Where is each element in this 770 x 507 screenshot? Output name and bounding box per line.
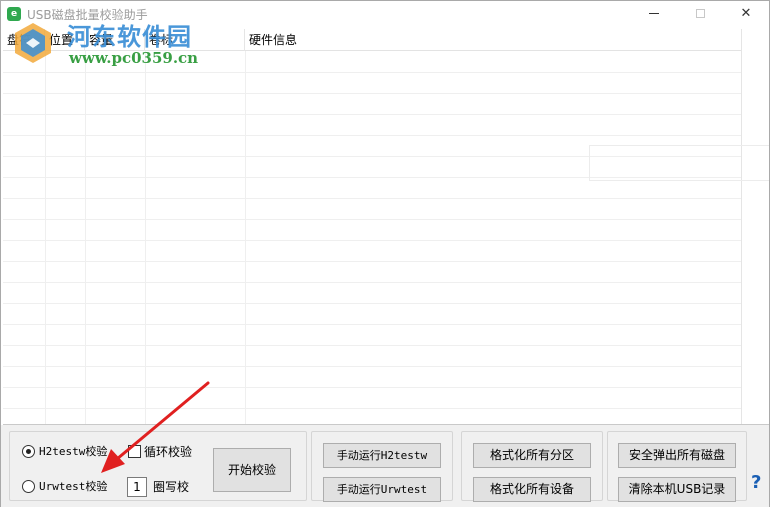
urwtest-label: Urwtest校验 <box>39 480 108 493</box>
grid-row-line <box>3 135 741 136</box>
list-right-edge <box>741 29 742 424</box>
grid-row-line <box>3 387 741 388</box>
grid-row-line <box>3 240 741 241</box>
grid-row-line <box>3 408 741 409</box>
main-window: e USB磁盘批量校验助手 ✕ 盘符 位置 容量 卷标 硬件信息 H2testw… <box>0 0 770 507</box>
manual-group: 手动运行H2testw 手动运行Urwtest <box>311 431 453 502</box>
close-button[interactable]: ✕ <box>723 1 769 29</box>
format-group: 格式化所有分区 格式化所有设备 <box>461 431 603 502</box>
column-capacity[interactable]: 容量 <box>85 29 145 51</box>
eject-group: 安全弹出所有磁盘 清除本机USB记录 <box>607 431 747 502</box>
maximize-icon <box>695 9 705 18</box>
rounds-label: 圈写校 <box>153 480 190 494</box>
grid-row-line <box>3 303 741 304</box>
run-urwtest-button[interactable]: 手动运行Urwtest <box>323 477 441 502</box>
loop-label: 循环校验 <box>144 445 193 459</box>
eject-all-button[interactable]: 安全弹出所有磁盘 <box>618 443 736 468</box>
grid-row-line <box>3 345 741 346</box>
close-icon: ✕ <box>740 6 752 21</box>
format-devices-button[interactable]: 格式化所有设备 <box>473 477 591 502</box>
title-bar[interactable]: e USB磁盘批量校验助手 ✕ <box>1 1 769 29</box>
column-location[interactable]: 位置 <box>45 29 85 51</box>
help-icon[interactable]: ? <box>751 472 761 493</box>
window-title: USB磁盘批量校验助手 <box>27 8 148 22</box>
clear-usb-records-button[interactable]: 清除本机USB记录 <box>618 477 736 502</box>
list-header: 盘符 位置 容量 卷标 硬件信息 <box>3 29 741 51</box>
maximize-button[interactable] <box>677 1 723 29</box>
format-partitions-button[interactable]: 格式化所有分区 <box>473 443 591 468</box>
loop-checkbox[interactable] <box>128 445 141 458</box>
grid-row-line <box>3 366 741 367</box>
column-hardware-info[interactable]: 硬件信息 <box>245 29 741 51</box>
grid-column-line <box>245 51 246 424</box>
grid-row-line <box>3 198 741 199</box>
urwtest-radio[interactable] <box>22 480 35 493</box>
grid-row-line <box>3 72 741 73</box>
minimize-icon <box>649 13 659 14</box>
column-volume-label[interactable]: 卷标 <box>145 29 245 51</box>
grid-row-line <box>3 219 741 220</box>
grid-column-line <box>45 51 46 424</box>
rounds-input[interactable]: 1 <box>127 477 147 497</box>
start-check-button[interactable]: 开始校验 <box>213 448 291 492</box>
grid-column-line <box>145 51 146 424</box>
list-overlay-box <box>589 145 769 181</box>
grid-row-line <box>3 93 741 94</box>
h2testw-radio[interactable] <box>22 445 35 458</box>
mode-group: H2testw校验 Urwtest校验 循环校验 1 圈写校 开始校验 <box>9 431 307 501</box>
run-h2testw-button[interactable]: 手动运行H2testw <box>323 443 441 468</box>
grid-column-line <box>85 51 86 424</box>
control-panel: H2testw校验 Urwtest校验 循环校验 1 圈写校 开始校验 手动运行… <box>1 425 769 507</box>
app-icon: e <box>7 7 21 21</box>
grid-row-line <box>3 261 741 262</box>
disk-list[interactable]: 盘符 位置 容量 卷标 硬件信息 <box>3 29 769 425</box>
grid-row-line <box>3 282 741 283</box>
column-drive-letter[interactable]: 盘符 <box>3 29 45 51</box>
minimize-button[interactable] <box>631 1 677 29</box>
h2testw-label: H2testw校验 <box>39 445 108 458</box>
grid-row-line <box>3 114 741 115</box>
grid-row-line <box>3 324 741 325</box>
